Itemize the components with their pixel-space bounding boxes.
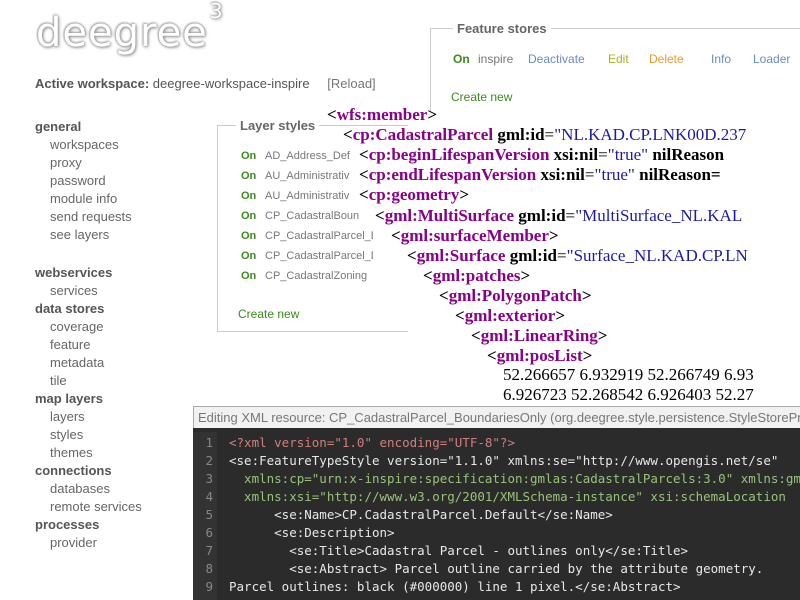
status-badge: On [453, 52, 470, 66]
code-area[interactable]: 1 <?xml version="1.0" encoding="UTF-8"?> … [193, 434, 800, 599]
nav-item-module-info[interactable]: module info [35, 190, 195, 208]
xml-line: <gml:exterior> [455, 306, 565, 325]
line-number: 7 [205, 543, 213, 558]
create-new-layer-style[interactable]: Create new [238, 307, 299, 321]
feature-stores-title: Feature stores [453, 21, 551, 36]
code-line[interactable]: <?xml version="1.0" encoding="UTF-8"?> [229, 434, 515, 452]
status-badge: On [241, 210, 257, 222]
style-name: CP_CadastralBoun [265, 210, 360, 222]
style-name: CP_CadastralParcel_Defe [265, 250, 373, 262]
nav-item-feature[interactable]: feature [35, 336, 195, 354]
list-item[interactable]: On CP_CadastralZoning [241, 270, 367, 286]
nav-group-connections: connections [35, 463, 112, 478]
nav-item-databases[interactable]: databases [35, 480, 195, 498]
nav-item-layers[interactable]: layers [35, 408, 195, 426]
line-number: 2 [205, 453, 213, 468]
nav-item-metadata[interactable]: metadata [35, 354, 195, 372]
nav-group-map-layers: map layers [35, 391, 103, 406]
list-item[interactable]: On AU_Administrativ [241, 170, 349, 186]
nav-item-password[interactable]: password [35, 172, 195, 190]
nav-item-themes[interactable]: themes [35, 444, 195, 462]
code-line[interactable]: xmlns:xsi="http://www.w3.org/2001/XMLSch… [229, 488, 786, 506]
code-line[interactable]: <se:Name>CP.CadastralParcel.Default</se:… [229, 506, 613, 524]
nav-group-data-stores: data stores [35, 301, 105, 316]
line-number: 5 [205, 507, 213, 522]
xml-line: <cp:beginLifespanVersion xsi:nil="true" … [359, 145, 725, 164]
nav-item-send-requests[interactable]: send requests [35, 208, 195, 226]
nav-item-proxy[interactable]: proxy [35, 154, 195, 172]
code-line[interactable]: Parcel outlines: black (#000000) line 1 … [229, 578, 681, 596]
code-line[interactable]: <se:Abstract> Parcel outline carried by … [229, 560, 763, 578]
line-number: 1 [205, 435, 213, 450]
nav-item-remote-services[interactable]: remote services [35, 498, 195, 516]
xml-line: <gml:surfaceMember> [391, 226, 559, 245]
info-link[interactable]: Info [711, 52, 731, 66]
style-name: CP_CadastralParcel_B [265, 230, 373, 242]
status-badge: On [241, 270, 257, 282]
active-workspace: Active workspace: deegree-workspace-insp… [35, 76, 376, 91]
nav-item-services[interactable]: services [35, 282, 195, 300]
line-number: 8 [205, 561, 213, 576]
list-item[interactable]: On CP_CadastralBoun [241, 210, 359, 226]
deactivate-link[interactable]: Deactivate [528, 52, 585, 66]
nav-item-coverage[interactable]: coverage [35, 318, 195, 336]
edit-link[interactable]: Edit [608, 52, 629, 66]
xml-line: <gml:PolygonPatch> [439, 286, 592, 305]
list-item[interactable]: On AD_Address_Def [241, 150, 350, 166]
code-line[interactable]: <se:Title>Cadastral Parcel - outlines on… [229, 542, 688, 560]
nav-group-processes: processes [35, 517, 100, 532]
editor-title: Editing XML resource: CP_CadastralParcel… [193, 406, 800, 428]
layer-styles-panel: Layer styles On AD_Address_Def On AU_Admin… [217, 118, 408, 332]
style-name: AU_Administrativ [265, 190, 350, 202]
feature-store-name: inspire [478, 52, 514, 66]
status-badge: On [241, 170, 257, 182]
list-item[interactable]: On CP_CadastralParcel_B [241, 230, 373, 246]
workspace-label: Active workspace: [35, 76, 150, 91]
code-line[interactable]: <se:FeatureTypeStyle version="1.1.0" xml… [229, 452, 778, 470]
workspace-name: deegree-workspace-inspire [152, 76, 310, 91]
xml-coordinates: 52.266657 6.932919 52.266749 6.93 [503, 365, 754, 384]
xml-line: <gml:Surface gml:id="Surface_NL.KAD.CP.L… [407, 246, 748, 265]
loader-link[interactable]: Loader [753, 52, 790, 66]
nav-item-tile[interactable]: tile [35, 372, 195, 390]
nav-group-general: general [35, 119, 82, 134]
status-badge: On [241, 230, 257, 242]
status-badge: On [241, 190, 257, 202]
feature-store-row: On inspire Deactivate Edit Delete Info L… [453, 52, 800, 68]
sidebar-nav: general workspaces proxy password module… [35, 118, 195, 552]
line-number: 3 [205, 471, 213, 486]
style-name: AD_Address_Def [265, 150, 350, 162]
status-badge: On [241, 150, 257, 162]
code-line[interactable]: xmlns:cp="urn:x-inspire:specification:gm… [229, 470, 800, 488]
status-badge: On [241, 250, 257, 262]
xml-coordinates: 6.926723 52.268542 6.926403 52.27 [503, 385, 754, 400]
xml-line: <gml:MultiSurface gml:id="MultiSurface_N… [375, 206, 743, 225]
create-new-feature-store[interactable]: Create new [451, 90, 512, 104]
list-item[interactable]: On AU_Administrativ [241, 190, 349, 206]
layer-styles-title: Layer styles [236, 118, 320, 133]
xml-line: <gml:LinearRing> [471, 326, 608, 345]
nav-item-styles[interactable]: styles [35, 426, 195, 444]
feature-stores-panel: Feature stores On inspire Deactivate Edi… [430, 21, 800, 111]
style-name: CP_CadastralZoning [265, 270, 368, 282]
xml-line: <gml:posList> [487, 346, 593, 365]
style-name: AU_Administrativ [265, 170, 350, 182]
delete-link[interactable]: Delete [649, 52, 684, 66]
line-number: 6 [205, 525, 213, 540]
nav-item-provider[interactable]: provider [35, 534, 195, 552]
code-line[interactable]: <se:Description> [229, 524, 394, 542]
nav-item-see-layers[interactable]: see layers [35, 226, 195, 244]
xml-line: <wfs:member> [327, 105, 438, 124]
xml-line: <gml:patches> [423, 266, 531, 285]
reload-link[interactable]: [Reload] [327, 76, 375, 91]
nav-group-webservices: webservices [35, 265, 113, 280]
list-item[interactable]: On CP_CadastralParcel_Defe [241, 250, 373, 266]
line-number: 9 [205, 579, 213, 594]
line-number: 4 [205, 489, 213, 504]
xml-line: <cp:endLifespanVersion xsi:nil="true" ni… [359, 165, 721, 184]
deegree-logo: deegree 3 [36, 0, 224, 56]
nav-item-workspaces[interactable]: workspaces [35, 136, 195, 154]
xml-editor-window[interactable]: Editing XML resource: CP_CadastralParcel… [193, 406, 800, 600]
